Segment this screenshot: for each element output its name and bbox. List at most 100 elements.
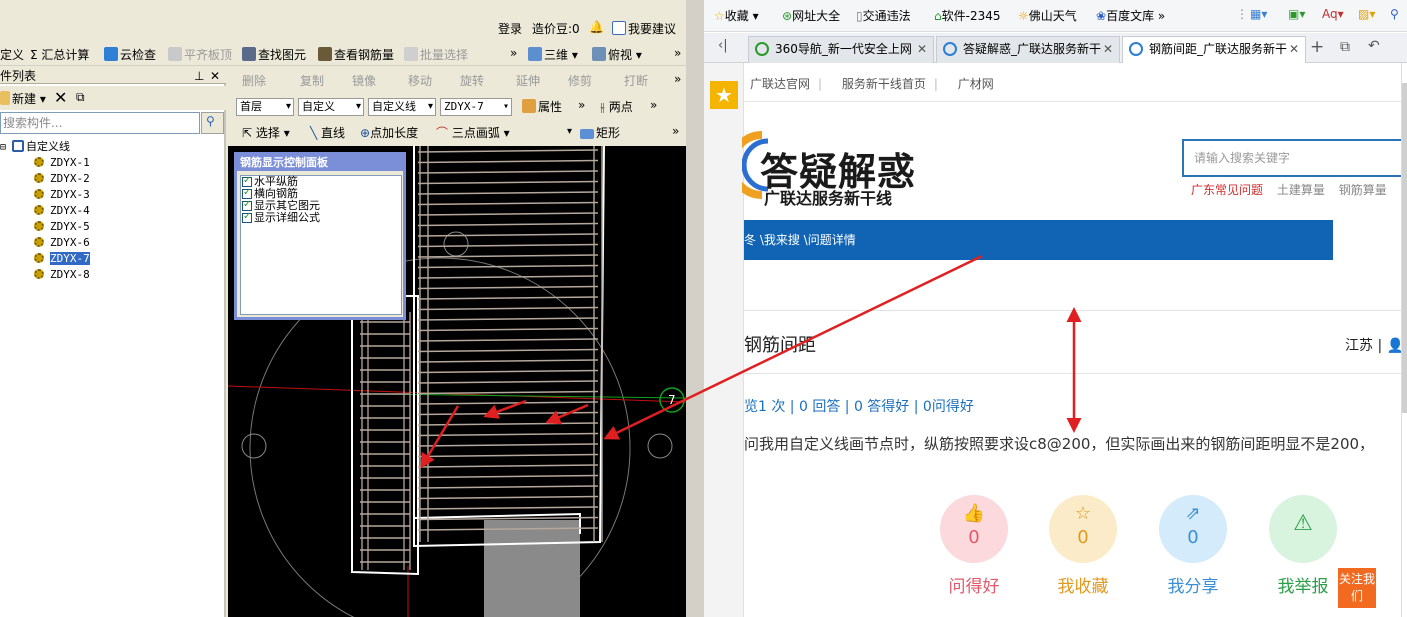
suggest-link[interactable]: 我要建议 <box>612 20 676 37</box>
checkbox-checked[interactable] <box>242 199 252 211</box>
break-button[interactable]: 打断 <box>624 72 648 89</box>
favorites-menu[interactable]: ☆收藏 ▾ <box>714 7 759 24</box>
two-point-button[interactable]: ⫳ 两点 <box>600 98 633 115</box>
find-element-button[interactable]: 查找图元 <box>242 46 306 63</box>
translate-icon[interactable]: Aq▾ <box>1322 7 1344 21</box>
top-view-button[interactable]: 俯视 ▾ <box>592 46 642 63</box>
tree-item-selected[interactable]: ZDYX-7 <box>34 252 90 266</box>
report-button[interactable]: ⚠ 我举报 <box>1269 495 1337 597</box>
rectangle-button[interactable]: 矩形 <box>580 124 620 141</box>
overflow-chevron-1[interactable]: » <box>510 46 517 60</box>
component-search-input[interactable]: 搜索构件... <box>0 112 200 134</box>
copy-icon[interactable]: ⧉ <box>76 90 85 105</box>
overflow-chevron-3[interactable]: » <box>674 72 681 86</box>
tab-rebar-spacing[interactable]: 钢筋间距_广联达服务新干 ✕ <box>1122 36 1306 64</box>
hot-keyword[interactable]: 广东常见问题 <box>1191 183 1263 197</box>
fav-link[interactable]: ☼佛山天气 <box>1018 7 1077 24</box>
tree-item[interactable]: ZDYX-1 <box>34 156 90 170</box>
align-slab-top-label: 平齐板顶 <box>184 48 233 62</box>
top-link[interactable]: 广联达官网 <box>750 77 810 91</box>
new-button[interactable]: 新建 ▾ <box>0 90 46 107</box>
screenshot-icon[interactable]: ▨▾ <box>1358 7 1375 21</box>
site-search-input[interactable]: 请输入搜索关键字 <box>1182 139 1401 177</box>
delete-button[interactable]: 删除 <box>242 72 266 89</box>
view-rebar-qty-button[interactable]: 查看钢筋量 <box>318 46 394 63</box>
favorite-star-icon[interactable]: ★ <box>710 81 738 109</box>
new-tab-icon[interactable]: + <box>1310 37 1324 57</box>
align-slab-top-button[interactable]: 平齐板顶 <box>168 46 232 63</box>
tree-root[interactable]: ⊟ 自定义线 <box>0 140 70 155</box>
tab-list-icon[interactable]: ⧉ <box>1340 39 1350 55</box>
fav-link[interactable]: ⌂软件-2345 <box>934 7 1001 24</box>
line-button[interactable]: ╲ 直线 <box>310 124 345 141</box>
rotate-button[interactable]: 旋转 <box>460 72 484 89</box>
top-link[interactable]: 服务新干线首页 <box>842 77 926 91</box>
tab-dayi[interactable]: 答疑解惑_广联达服务新干 ✕ <box>936 36 1120 63</box>
fav-link[interactable]: ▯交通违法 <box>856 7 911 24</box>
copy-button[interactable]: 复制 <box>300 72 324 89</box>
checkbox-checked[interactable] <box>242 187 252 199</box>
top-link[interactable]: 广材网 <box>958 77 994 91</box>
select-button[interactable]: ⇱ 选择 ▾ <box>242 124 290 141</box>
breadcrumb[interactable]: 冬 \我来搜 \问题详情 <box>744 233 856 247</box>
search-icon[interactable]: ⚲ <box>1390 7 1399 21</box>
floor-select[interactable]: 首层 <box>236 98 294 116</box>
properties-button[interactable]: 属性 <box>522 98 562 115</box>
three-point-arc-button[interactable]: ⌒ 三点画弧 ▾ <box>436 124 510 141</box>
ask-good-button[interactable]: 👍 0 问得好 <box>940 495 1008 597</box>
menu-dots-icon[interactable]: ⋮ <box>1236 7 1248 21</box>
drawing-canvas[interactable]: 7 钢筋显示控制面板 水平纵筋 横向钢筋 显示其它图元 显示详细公式 <box>228 146 686 617</box>
close-icon[interactable]: ✕ <box>210 68 220 84</box>
checkbox-checked[interactable] <box>242 211 252 223</box>
subtype-select[interactable]: 自定义线 <box>368 98 436 116</box>
cloud-check-button[interactable]: 云检查 <box>104 46 156 63</box>
arc-option-select[interactable] <box>524 124 574 142</box>
collect-button[interactable]: ☆ 0 我收藏 <box>1049 495 1117 597</box>
question-body: 问我用自定义线画节点时，纵筋按照要求设c8@200，但实际画出来的钢筋间距明显不… <box>744 435 1375 453</box>
hot-keyword[interactable]: 钢筋算量 <box>1339 183 1387 197</box>
vertical-scrollbar[interactable] <box>1401 63 1407 617</box>
book-icon[interactable]: ▣▾ <box>1288 7 1305 21</box>
undo-close-icon[interactable]: ↶ <box>1368 38 1380 54</box>
batch-select-button[interactable]: 批量选择 <box>404 46 468 63</box>
tab-scroll-left-icon[interactable]: ‹| <box>718 38 728 53</box>
trim-button[interactable]: 修剪 <box>568 72 592 89</box>
3d-view-button[interactable]: 三维 ▾ <box>528 46 578 63</box>
delete-icon[interactable]: ✕ <box>54 88 67 107</box>
tab-close-icon[interactable]: ✕ <box>1289 37 1299 62</box>
tree-item[interactable]: ZDYX-5 <box>34 220 90 234</box>
pin-icon[interactable]: ⊥ <box>194 68 204 84</box>
search-button[interactable]: ⚲ <box>201 112 224 134</box>
type-select[interactable]: 自定义 <box>298 98 364 116</box>
login-link[interactable]: 登录 <box>498 20 522 37</box>
tree-item[interactable]: ZDYX-4 <box>34 204 90 218</box>
tab-360-nav[interactable]: 360导航_新一代安全上网 ✕ <box>748 36 934 63</box>
tree-item[interactable]: ZDYX-2 <box>34 172 90 186</box>
checkbox-checked[interactable] <box>242 175 252 187</box>
define-button[interactable]: 定义 <box>0 46 24 63</box>
mirror-button[interactable]: 镜像 <box>352 72 376 89</box>
scrollbar-thumb[interactable] <box>1402 83 1407 413</box>
overflow-chevron-2[interactable]: » <box>674 46 681 60</box>
tab-close-icon[interactable]: ✕ <box>1103 37 1113 62</box>
add-length-button[interactable]: ⊕点加长度 <box>360 124 418 141</box>
overflow-chevron-4[interactable]: » <box>578 98 585 112</box>
overflow-chevron-6[interactable]: » <box>672 124 679 138</box>
tree-item[interactable]: ZDYX-8 <box>34 268 90 282</box>
summary-calc-button[interactable]: Σ 汇总计算 <box>30 46 89 63</box>
option-show-detail-formula[interactable]: 显示详细公式 <box>241 211 401 224</box>
fav-link[interactable]: ⊛网址大全 <box>782 7 840 24</box>
tree-item[interactable]: ZDYX-3 <box>34 188 90 202</box>
move-button[interactable]: 移动 <box>408 72 432 89</box>
tab-close-icon[interactable]: ✕ <box>917 37 927 62</box>
bell-icon[interactable]: 🔔 <box>589 20 604 34</box>
hot-keyword[interactable]: 土建算量 <box>1277 183 1325 197</box>
follow-us-button[interactable]: 关注我们 <box>1338 568 1376 608</box>
fav-link[interactable]: ❀百度文库 » <box>1096 7 1165 24</box>
apps-icon[interactable]: ▦▾ <box>1250 7 1267 21</box>
share-button[interactable]: ⇗ 0 我分享 <box>1159 495 1227 597</box>
extend-button[interactable]: 延伸 <box>516 72 540 89</box>
component-select[interactable]: ZDYX-7 <box>440 98 512 116</box>
overflow-chevron-5[interactable]: » <box>650 98 657 112</box>
tree-item[interactable]: ZDYX-6 <box>34 236 90 250</box>
